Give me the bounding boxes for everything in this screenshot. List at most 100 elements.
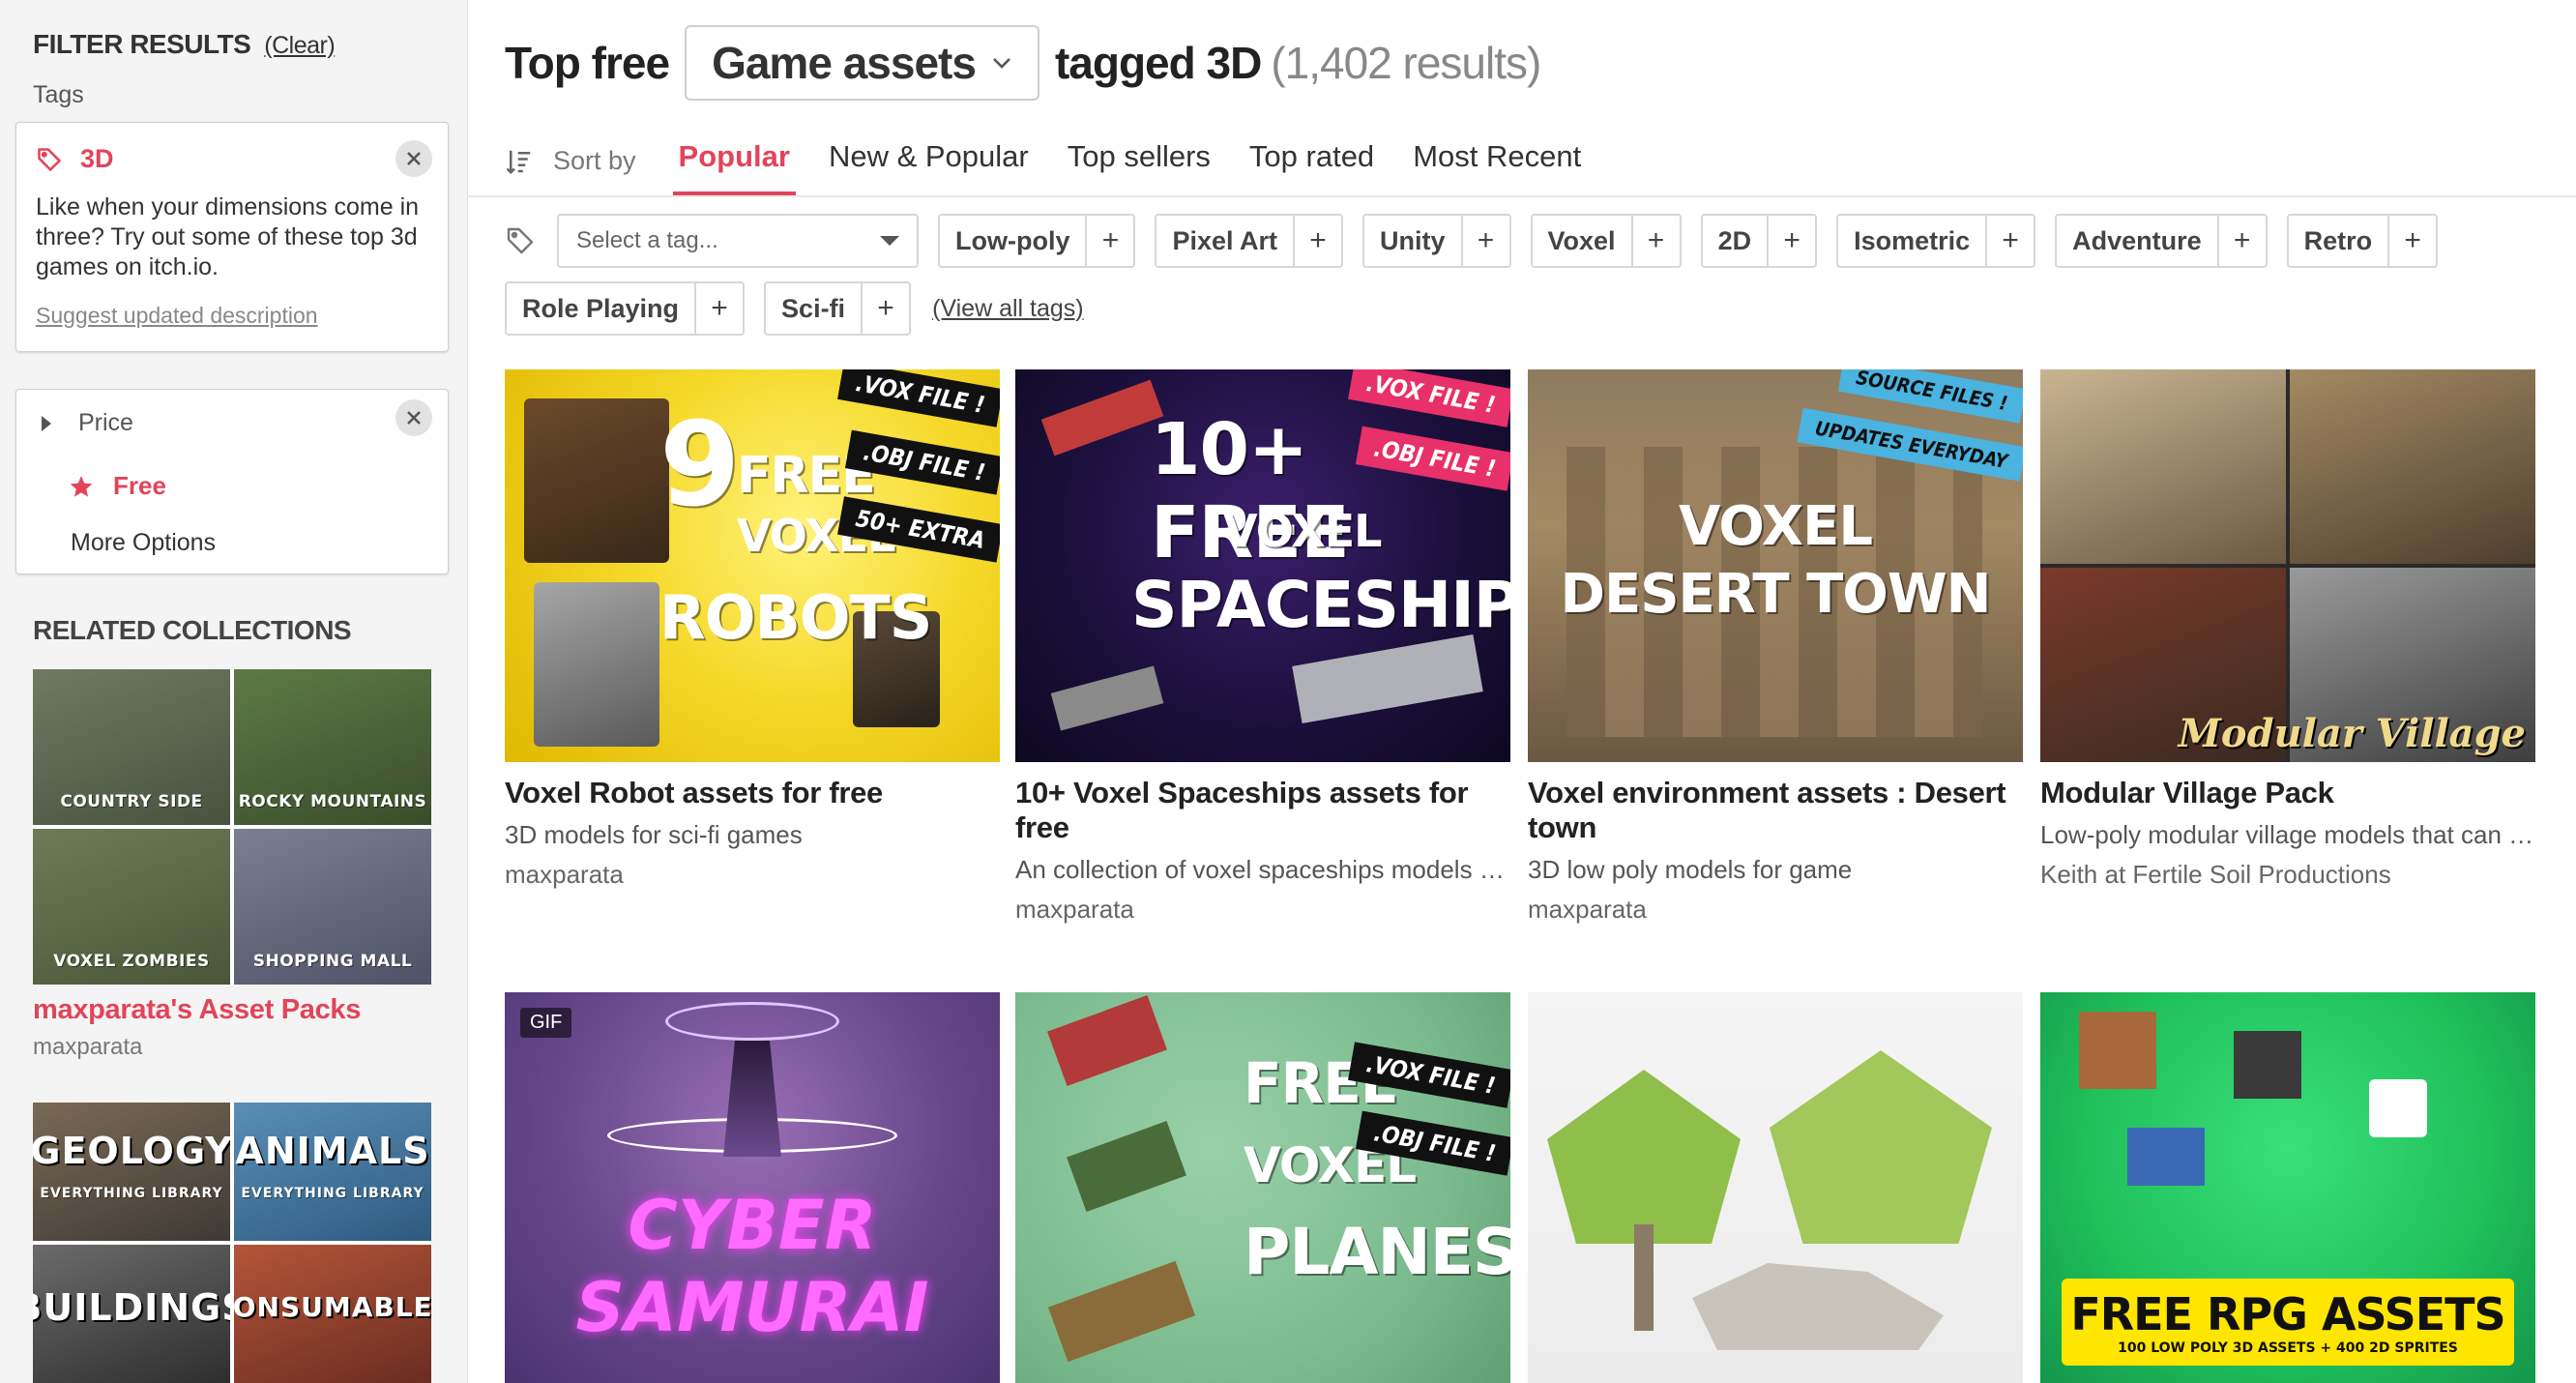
game-thumbnail[interactable]: 9 FREE VOXEL ROBOTS .VOX FILE ! .OBJ FIL… [505,369,1000,762]
spaceship-graphic [1040,379,1164,456]
collection-cover: GEOLOGY EVERYTHING LIBRARY ANIMALS EVERYTH… [33,1103,431,1383]
game-title[interactable]: Voxel environment assets : Desert town [1528,776,2023,845]
plus-icon[interactable]: + [1460,216,1509,266]
tag-chip-label: Pixel Art [1172,225,1278,255]
plus-icon[interactable]: + [861,283,909,334]
game-thumbnail[interactable]: Modular Village [2040,369,2535,762]
plus-icon[interactable]: + [1767,216,1815,266]
tag-filter-row: Role Playing + Sci-fi + (View all tags) [505,280,1084,337]
game-thumbnail[interactable]: FREE VOXEL PLANES .VOX FILE ! .OBJ FILE … [1015,992,1510,1383]
thumb-text: FREE RPG ASSETS [2070,1288,2505,1340]
game-card[interactable]: 9 FREE VOXEL ROBOTS .VOX FILE ! .OBJ FIL… [505,369,1000,890]
suggest-description-link[interactable]: Suggest updated description [36,303,318,329]
remove-tag-button[interactable] [395,140,432,177]
tag-chip[interactable]: Voxel + [1530,214,1682,268]
price-option-free[interactable]: Free [69,471,166,501]
sort-tab-most-recent[interactable]: Most Recent [1407,139,1587,195]
collection-title[interactable]: maxparata's Asset Packs [33,994,431,1026]
filter-results-title: FILTER RESULTS [33,29,251,59]
tag-chip[interactable]: Low-poly + [938,214,1136,268]
game-thumbnail[interactable]: VOXEL DESERT TOWN SOURCE FILES ! UPDATES… [1528,369,2023,762]
tag-select-dropdown[interactable]: Select a tag... [557,214,919,268]
figure-graphic [723,1041,781,1157]
clear-filters-link[interactable]: (Clear) [264,32,335,59]
plus-icon[interactable]: + [1630,216,1680,266]
tag-chip[interactable]: 2D + [1700,214,1818,268]
game-author[interactable]: Keith at Fertile Soil Productions [2040,860,2535,890]
game-card[interactable]: 10+ FREE VOXEL SPACESHIPS .VOX FILE ! .O… [1015,369,1510,925]
collection-tile: SHOPPING MALL [234,829,431,985]
plus-icon[interactable]: + [1293,216,1341,266]
page-title-prefix: Top free [505,38,670,88]
price-label: Price [78,409,133,436]
plus-icon[interactable]: + [2387,216,2436,266]
tag-chip-label: Adventure [2072,225,2202,255]
game-title[interactable]: Voxel Robot assets for free [505,776,1000,810]
view-all-tags-link[interactable]: (View all tags) [932,295,1084,323]
game-card[interactable]: VOXEL DESERT TOWN SOURCE FILES ! UPDATES… [1528,369,2023,925]
tag-chip[interactable]: Unity + [1362,214,1511,268]
thumb-text: SAMURAI [575,1268,929,1347]
collection-author[interactable]: maxparata [33,1034,431,1061]
category-select[interactable]: Game assets [685,25,1039,101]
spaceship-graphic [1292,633,1483,724]
tree-graphic [1770,1050,1992,1244]
plus-icon[interactable]: + [1085,216,1133,266]
tag-chip[interactable]: Retro + [2286,214,2439,268]
game-title[interactable]: Modular Village Pack [2040,776,2535,810]
collection-card[interactable]: GEOLOGY EVERYTHING LIBRARY ANIMALS EVERYTH… [33,1103,431,1383]
game-card[interactable] [1528,992,2023,1383]
sort-tab-new-popular[interactable]: New & Popular [823,139,1035,195]
game-author[interactable]: maxparata [505,860,1000,890]
gif-badge: GIF [520,1008,572,1038]
game-card[interactable]: FREE RPG ASSETS 100 LOW POLY 3D ASSETS +… [2040,992,2535,1383]
tag-chip[interactable]: Adventure + [2055,214,2268,268]
tag-chip[interactable]: Sci-fi + [764,281,912,336]
tags-label: Tags [33,81,84,108]
collection-tile: ROCKY MOUNTAINS [234,669,431,825]
game-description: 3D models for sci-fi games [505,820,803,849]
collection-tile: GEOLOGY EVERYTHING LIBRARY [33,1103,230,1241]
more-options-link[interactable]: More Options [71,529,216,557]
asset-graphic [2079,1012,2156,1089]
collection-card[interactable]: COUNTRY SIDE ROCKY MOUNTAINS VOXEL ZOMBI… [33,669,431,1061]
tag-chip-label: 2D [1717,225,1752,255]
plane-graphic [1067,1120,1186,1213]
browse-main: Top free Game assets tagged 3D (1,402 re… [468,0,2576,1383]
active-tag-panel: 3D Like when your dimensions come in thr… [15,122,449,352]
game-author[interactable]: maxparata [1528,895,2023,925]
price-toggle[interactable]: Price [42,409,133,437]
plus-icon[interactable]: + [694,283,743,334]
plus-icon[interactable]: + [2216,216,2266,266]
game-title[interactable]: 10+ Voxel Spaceships assets for free [1015,776,1510,845]
game-thumbnail[interactable] [1528,992,2023,1383]
plus-icon[interactable]: + [1985,216,2034,266]
sort-tab-top-sellers[interactable]: Top sellers [1062,139,1216,195]
thumb-text: SPACESHIPS [1131,568,1510,642]
page-title: Top free Game assets tagged 3D (1,402 re… [505,25,1541,101]
game-card[interactable]: FREE VOXEL PLANES .VOX FILE ! .OBJ FILE … [1015,992,1510,1383]
tag-icon [38,147,61,171]
game-card[interactable]: GIF CYBER SAMURAI [505,992,1000,1383]
robot-graphic [534,582,659,747]
game-description: 3D low poly models for game [1528,855,1853,884]
game-author[interactable]: maxparata [1015,895,1510,925]
asset-graphic [2369,1079,2427,1137]
game-thumbnail[interactable]: 10+ FREE VOXEL SPACESHIPS .VOX FILE ! .O… [1015,369,1510,762]
tag-chip[interactable]: Role Playing + [505,281,746,336]
plane-graphic [1047,994,1167,1087]
game-thumbnail[interactable]: FREE RPG ASSETS 100 LOW POLY 3D ASSETS +… [2040,992,2535,1383]
game-card[interactable]: Modular Village Modular Village Pack Low… [2040,369,2535,890]
tag-chip[interactable]: Isometric + [1836,214,2036,268]
tag-icon [507,227,534,254]
close-icon [407,152,421,165]
tree-graphic [1547,1070,1741,1244]
tag-chip[interactable]: Pixel Art + [1155,214,1344,268]
sort-tab-top-rated[interactable]: Top rated [1244,139,1380,195]
sort-bar: Sort by Popular New & Popular Top seller… [505,135,1614,195]
sort-tab-popular[interactable]: Popular [672,139,796,195]
remove-price-filter-button[interactable] [395,399,432,436]
game-thumbnail[interactable]: GIF CYBER SAMURAI [505,992,1000,1383]
thumb-badge: .VOX FILE ! [837,369,1000,427]
collection-cover: COUNTRY SIDE ROCKY MOUNTAINS VOXEL ZOMBI… [33,669,431,985]
